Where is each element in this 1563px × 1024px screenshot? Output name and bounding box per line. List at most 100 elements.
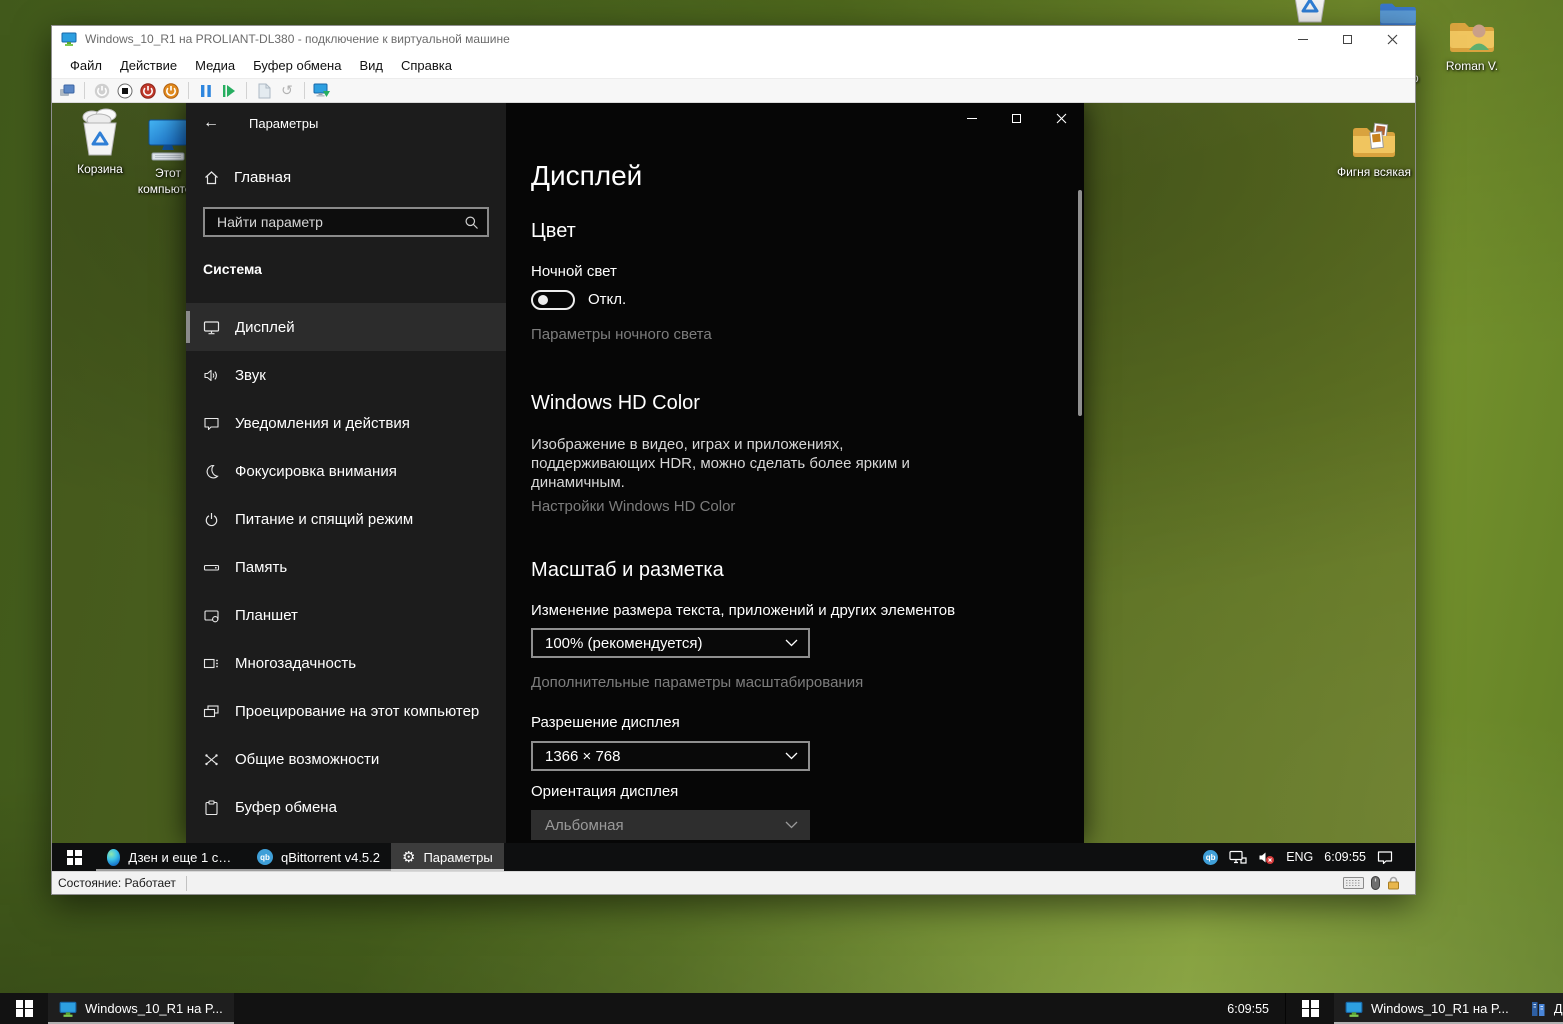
host-taskbar2-vmconnect-button[interactable]: Windows_10_R1 на P... [1334,993,1520,1024]
vmconnect-titlebar[interactable]: Windows_10_R1 на PROLIANT-DL380 - подклю… [52,26,1415,52]
edge-icon [107,849,120,866]
turn-off-vm-icon[interactable] [116,82,134,100]
search-input[interactable] [215,213,464,231]
menu-help[interactable]: Справка [392,54,461,77]
toolbar-separator [304,82,305,99]
hd-color-heading: Windows HD Color [531,391,1084,415]
host-taskbar-primary: Windows_10_R1 на P... 6:09:55 [0,993,1285,1024]
host-start-button-2[interactable] [1286,993,1334,1024]
sidebar-item-label: Звук [235,367,266,384]
vmconnect-app-icon [59,1000,77,1018]
user-folder-icon [1448,4,1496,56]
close-icon[interactable] [1370,26,1415,52]
vm-start-button[interactable] [52,843,96,871]
vm-desktop-icon-recycle[interactable]: Корзина [62,107,138,178]
sidebar-item-sound[interactable]: Звук [186,351,506,399]
minimize-icon[interactable] [1280,26,1325,52]
search-icon[interactable] [464,215,479,230]
sidebar-item-clipboard[interactable]: Буфер обмена [186,783,506,831]
advanced-scaling-link[interactable]: Дополнительные параметры масштабирования [531,674,1084,692]
pictures-folder-icon [1350,110,1398,162]
sidebar-item-shared-experiences[interactable]: Общие возможности [186,735,506,783]
toolbar-separator [84,82,85,99]
host-clock[interactable]: 6:09:55 [1227,1002,1269,1016]
sidebar-item-label: Уведомления и действия [235,415,410,432]
hd-color-settings-link[interactable]: Настройки Windows HD Color [531,498,1084,516]
save-vm-icon[interactable] [162,82,180,100]
host-desktop-icon-user-folder[interactable]: Roman V. [1434,4,1510,75]
menu-view[interactable]: Вид [350,54,392,77]
sidebar-item-storage[interactable]: Память [186,543,506,591]
toolbar-separator [246,82,247,99]
settings-search-box [203,207,489,237]
windows-logo-icon [1302,1000,1319,1017]
taskbar-app-label: Параметры [423,850,492,865]
ctrl-alt-del-icon[interactable] [58,82,76,100]
settings-scrollbar-thumb[interactable] [1078,190,1082,416]
tablet-icon [203,607,220,624]
scale-dropdown-value: 100% (рекомендуется) [545,635,702,652]
checkpoint-icon[interactable] [255,82,273,100]
settings-titlebar[interactable]: ← Параметры [186,103,1084,143]
night-light-settings-link[interactable]: Параметры ночного света [531,326,1084,344]
color-section-heading: Цвет [531,219,1084,243]
recycle-bin-icon [77,107,123,159]
statusbar-separator [186,876,187,891]
menu-file[interactable]: Файл [61,54,111,77]
host-desktop-icon-partial-recycle[interactable] [1272,0,1348,26]
maximize-icon[interactable] [1325,26,1370,52]
sidebar-item-label: Дисплей [235,319,295,336]
night-light-toggle-row: Откл. [531,290,1084,310]
vm-taskbar-app-qbittorrent[interactable]: qb qBittorrent v4.5.2 [246,843,391,871]
sidebar-item-projecting[interactable]: Проецирование на этот компьютер [186,687,506,735]
vm-taskbar-app-edge[interactable]: Дзен и еще 1 страни... [96,843,246,871]
sidebar-item-home[interactable]: Главная [186,161,506,193]
vm-clock[interactable]: 6:09:55 [1324,850,1366,864]
host-start-button[interactable] [0,993,48,1024]
sidebar-item-label: Фокусировка внимания [235,463,397,480]
sidebar-item-multitasking[interactable]: Многозадачность [186,639,506,687]
desktop-icon-label: Корзина [77,162,123,178]
sidebar-item-display[interactable]: Дисплей [186,303,506,351]
home-icon [203,169,220,186]
enhanced-session-icon[interactable] [313,82,331,100]
resolution-label: Разрешение дисплея [531,714,1084,732]
sidebar-item-power-sleep[interactable]: Питание и спящий режим [186,495,506,543]
host-taskbar-vmconnect-button[interactable]: Windows_10_R1 на P... [48,993,234,1024]
vm-taskbar: Дзен и еще 1 страни... qb qBittorrent v4… [52,843,1415,871]
start-vm-icon[interactable] [93,82,111,100]
sidebar-item-notifications[interactable]: Уведомления и действия [186,399,506,447]
menu-action[interactable]: Действие [111,54,186,77]
back-arrow-icon[interactable]: ← [203,114,223,132]
sidebar-item-focus-assist[interactable]: Фокусировка внимания [186,447,506,495]
orientation-dropdown-value: Альбомная [545,817,624,834]
network-icon[interactable] [1229,850,1247,865]
revert-checkpoint-icon[interactable]: ↺ [278,82,296,100]
power-icon [203,511,220,528]
resolution-dropdown[interactable]: 1366 × 768 [531,741,810,771]
shut-down-vm-icon[interactable] [139,82,157,100]
sidebar-item-tablet[interactable]: Планшет [186,591,506,639]
volume-muted-icon[interactable] [1258,850,1275,865]
sidebar-item-label: Память [235,559,287,576]
taskbar-app-label: Диспетчер [1554,1001,1563,1016]
taskbar-app-label: qBittorrent v4.5.2 [281,850,380,865]
resume-vm-icon[interactable] [220,82,238,100]
pause-vm-icon[interactable] [197,82,215,100]
language-indicator[interactable]: ENG [1286,850,1313,864]
sidebar-items: Дисплей Звук Уведомления и действия [186,303,506,831]
vm-taskbar-app-settings[interactable]: ⚙ Параметры [391,843,504,871]
menu-clipboard[interactable]: Буфер обмена [244,54,350,77]
host-taskbar2-hyperv-manager-button[interactable]: Диспетчер [1520,993,1563,1024]
action-center-icon[interactable] [1377,850,1393,865]
multitasking-icon [203,655,220,672]
vm-desktop-icon-stuff-folder[interactable]: Фигня всякая [1336,110,1412,181]
night-light-state: Откл. [588,291,626,309]
menu-media[interactable]: Медиа [186,54,244,77]
settings-sidebar: Главная Система Дисплей [186,103,506,843]
night-light-toggle[interactable] [531,290,575,310]
qbittorrent-tray-icon[interactable]: qb [1203,850,1218,865]
vmconnect-window-title: Windows_10_R1 на PROLIANT-DL380 - подклю… [85,32,1280,46]
sidebar-item-label: Буфер обмена [235,799,337,816]
scale-dropdown[interactable]: 100% (рекомендуется) [531,628,810,658]
